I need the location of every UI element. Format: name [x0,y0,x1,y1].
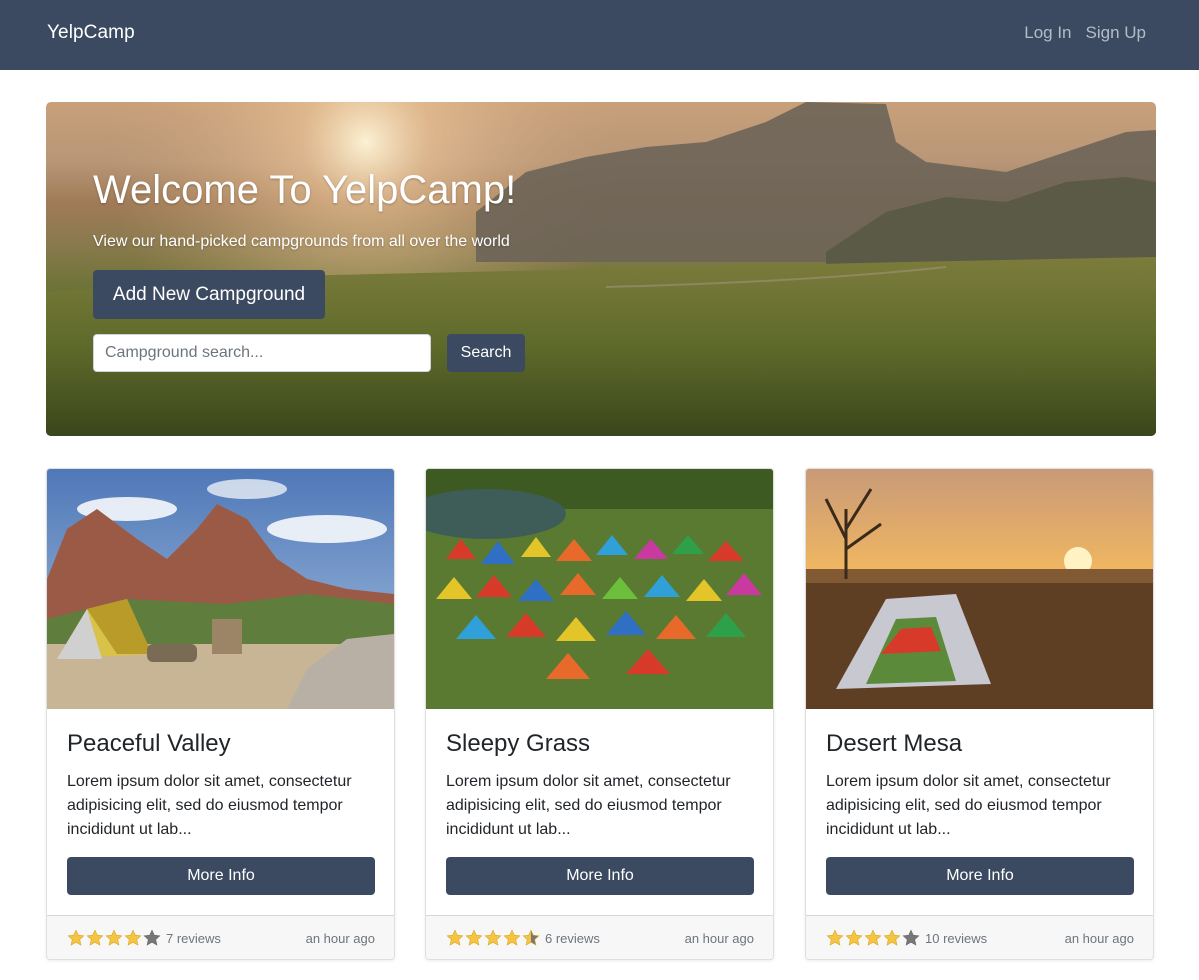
card-footer: 6 reviews an hour ago [426,915,773,959]
campground-title: Sleepy Grass [446,730,591,757]
star-icon [446,929,464,946]
campground-image [806,469,1153,709]
search-button[interactable]: Search [447,334,525,372]
card-footer: 7 reviews an hour ago [47,915,394,959]
star-icon [883,929,901,946]
campground-card: Desert Mesa Lorem ipsum dolor sit amet, … [805,468,1154,960]
campground-image [47,469,394,709]
review-count: 7 reviews [166,931,221,946]
star-icon [465,929,483,946]
star-icon [522,929,540,946]
star-icon [826,929,844,946]
posted-time: an hour ago [684,931,754,946]
add-campground-button[interactable]: Add New Campground [93,270,325,319]
campground-search-input[interactable] [93,334,431,372]
more-info-button[interactable]: More Info [446,857,754,895]
campground-title: Desert Mesa [826,730,963,757]
hero-subtitle: View our hand-picked campgrounds from al… [93,233,510,250]
signup-link[interactable]: Sign Up [1086,23,1146,43]
star-icon [86,929,104,946]
login-link[interactable]: Log In [1024,23,1071,43]
more-info-button[interactable]: More Info [826,857,1134,895]
hero-banner: Welcome To YelpCamp! View our hand-picke… [46,102,1156,436]
star-rating [446,929,540,947]
brand-logo[interactable]: YelpCamp [47,22,135,44]
review-count: 10 reviews [925,931,988,946]
campground-description: Lorem ipsum dolor sit amet, consectetur … [826,773,1111,838]
star-icon [124,929,142,946]
hero-content: Welcome To YelpCamp! View our hand-picke… [93,102,693,436]
star-icon [143,929,161,946]
posted-time: an hour ago [1064,931,1134,946]
card-footer: 10 reviews an hour ago [806,915,1153,959]
star-icon [902,929,920,946]
star-icon [864,929,882,946]
star-rating [826,929,920,947]
campground-title: Peaceful Valley [67,730,231,757]
more-info-button[interactable]: More Info [67,857,375,895]
campground-card: Sleepy Grass Lorem ipsum dolor sit amet,… [425,468,774,960]
star-rating [67,929,161,947]
campground-description: Lorem ipsum dolor sit amet, consectetur … [446,773,731,838]
review-count: 6 reviews [545,931,600,946]
campground-card: Peaceful Valley Lorem ipsum dolor sit am… [46,468,395,960]
campground-image [426,469,773,709]
star-icon [67,929,85,946]
nav-links: Log In Sign Up [1024,23,1146,43]
star-icon [484,929,502,946]
star-icon [503,929,521,946]
hero-title: Welcome To YelpCamp! [93,168,517,212]
star-icon [105,929,123,946]
star-icon [845,929,863,946]
campground-description: Lorem ipsum dolor sit amet, consectetur … [67,773,352,838]
navbar: YelpCamp Log In Sign Up [0,0,1199,70]
posted-time: an hour ago [305,931,375,946]
